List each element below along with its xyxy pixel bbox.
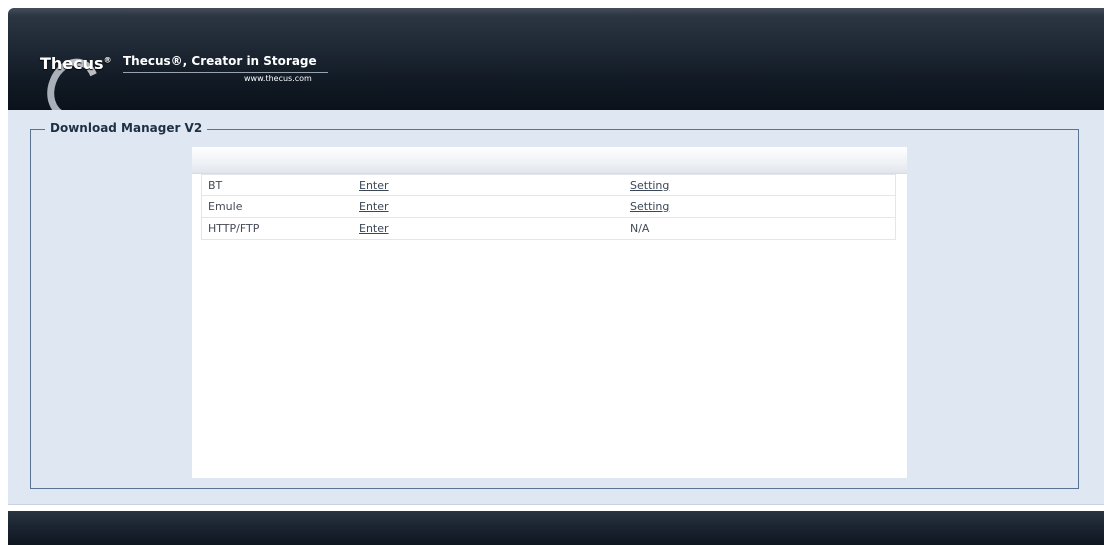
table-row: BT Enter Setting bbox=[201, 174, 896, 196]
row-name: HTTP/FTP bbox=[208, 222, 260, 235]
logo-text: Thecus bbox=[40, 54, 104, 73]
setting-link[interactable]: Setting bbox=[630, 200, 669, 213]
main-panel: Download Manager V2 BT Enter Setting Emu… bbox=[8, 110, 1104, 505]
setting-link[interactable]: Setting bbox=[630, 179, 669, 192]
footer-bar bbox=[8, 511, 1104, 545]
fieldset-legend: Download Manager V2 bbox=[45, 121, 208, 135]
thecus-logo: Thecus® bbox=[40, 54, 112, 73]
table-row: HTTP/FTP Enter N/A bbox=[201, 218, 896, 240]
row-name: BT bbox=[208, 179, 223, 192]
download-table: BT Enter Setting Emule Enter Setting HTT… bbox=[201, 174, 896, 240]
logo-registered-mark: ® bbox=[103, 55, 112, 65]
download-manager-content: BT Enter Setting Emule Enter Setting HTT… bbox=[192, 147, 907, 478]
page: Thecus® Thecus®, Creator in Storage www.… bbox=[0, 0, 1104, 545]
table-header bbox=[192, 147, 907, 174]
row-name: Emule bbox=[208, 200, 243, 213]
tagline-underline bbox=[123, 72, 328, 73]
header-tagline: Thecus®, Creator in Storage bbox=[123, 54, 317, 68]
enter-link[interactable]: Enter bbox=[359, 179, 389, 192]
enter-link[interactable]: Enter bbox=[359, 200, 389, 213]
header-banner: Thecus® Thecus®, Creator in Storage www.… bbox=[8, 8, 1104, 110]
table-row: Emule Enter Setting bbox=[201, 196, 896, 218]
site-url: www.thecus.com bbox=[244, 74, 312, 83]
setting-na: N/A bbox=[630, 222, 650, 235]
enter-link[interactable]: Enter bbox=[359, 222, 389, 235]
